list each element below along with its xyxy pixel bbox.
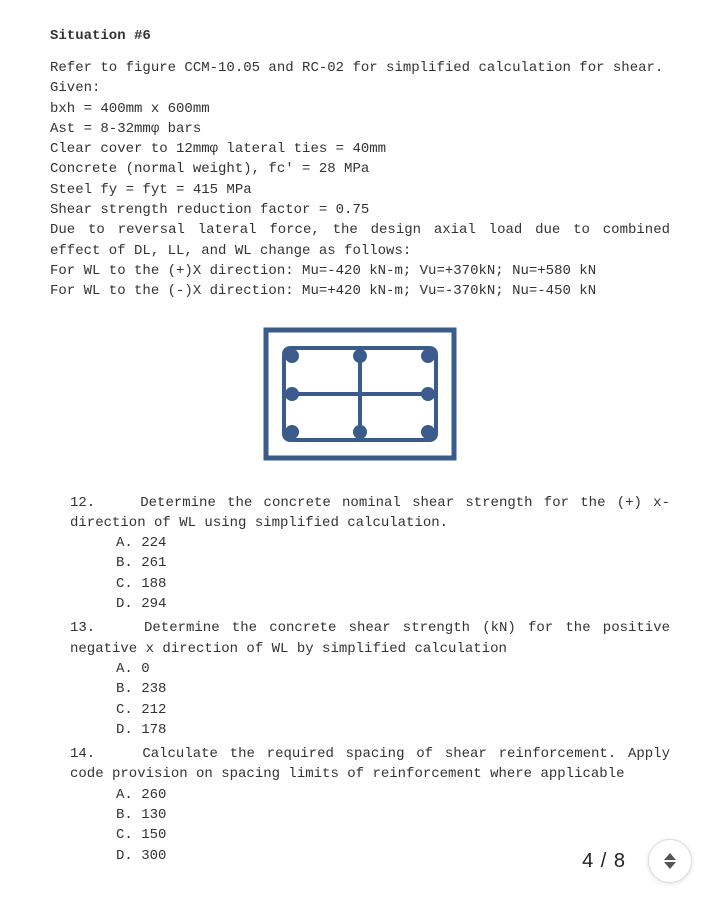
intro-line: Ast = 8-32mmφ bars	[50, 119, 670, 139]
intro-line: Clear cover to 12mmφ lateral ties = 40mm	[50, 139, 670, 159]
intro-line: bxh = 400mm x 600mm	[50, 99, 670, 119]
intro-line: Shear strength reduction factor = 0.75	[50, 200, 670, 220]
option: D. 178	[116, 720, 670, 740]
option: A. 0	[116, 659, 670, 679]
page-up-icon[interactable]	[664, 853, 676, 860]
question-13: 13. Determine the concrete shear strengt…	[70, 618, 670, 740]
intro-line: Steel fy = fyt = 415 MPa	[50, 180, 670, 200]
intro-line: For WL to the (+)X direction: Mu=-420 kN…	[50, 261, 670, 281]
intro-line: For WL to the (-)X direction: Mu=+420 kN…	[50, 281, 670, 301]
question-text: Calculate the required spacing of shear …	[70, 746, 670, 782]
situation-title: Situation #6	[50, 28, 670, 44]
cross-section-diagram	[50, 324, 670, 469]
option: C. 188	[116, 574, 670, 594]
question-number: 14.	[70, 746, 95, 762]
question-number: 12.	[70, 495, 95, 511]
page-stepper	[648, 839, 692, 883]
option: B. 238	[116, 679, 670, 699]
question-number: 13.	[70, 620, 95, 636]
intro-line: Concrete (normal weight), fc' = 28 MPa	[50, 159, 670, 179]
page-down-icon[interactable]	[664, 862, 676, 869]
intro-line: Given:	[50, 78, 670, 98]
question-text: Determine the concrete shear strength (k…	[70, 620, 670, 656]
options: A. 224 B. 261 C. 188 D. 294	[70, 533, 670, 614]
page-navigation: 4 / 8	[582, 839, 692, 883]
question-12: 12. Determine the concrete nominal shear…	[70, 493, 670, 615]
question-14: 14. Calculate the required spacing of sh…	[70, 744, 670, 866]
question-text: Determine the concrete nominal shear str…	[70, 495, 670, 531]
questions-block: 12. Determine the concrete nominal shear…	[50, 493, 670, 866]
intro-line: Due to reversal lateral force, the desig…	[50, 220, 670, 261]
options: A. 260 B. 130 C. 150 D. 300	[70, 785, 670, 866]
option: A. 260	[116, 785, 670, 805]
given-block: Refer to figure CCM-10.05 and RC-02 for …	[50, 58, 670, 302]
options: A. 0 B. 238 C. 212 D. 178	[70, 659, 670, 740]
column-section-icon	[260, 324, 460, 464]
option: B. 130	[116, 805, 670, 825]
option: B. 261	[116, 553, 670, 573]
option: D. 294	[116, 594, 670, 614]
option: C. 212	[116, 700, 670, 720]
intro-line: Refer to figure CCM-10.05 and RC-02 for …	[50, 58, 670, 78]
page-counter: 4 / 8	[582, 850, 626, 873]
option: A. 224	[116, 533, 670, 553]
document-page: Situation #6 Refer to figure CCM-10.05 a…	[0, 0, 720, 890]
